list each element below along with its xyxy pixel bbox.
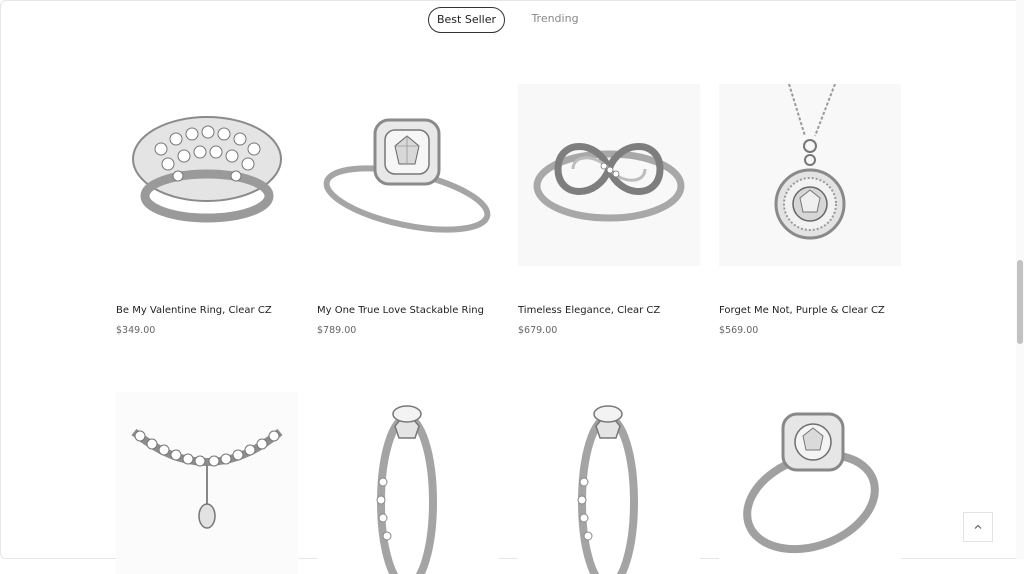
product-image[interactable] (317, 392, 499, 574)
infinity-ring-icon (518, 84, 700, 266)
halo-ring-icon (317, 84, 499, 266)
tiara-icon (116, 392, 298, 574)
cluster-ring-icon (116, 84, 298, 266)
scrollbar-thumb[interactable] (1017, 260, 1023, 344)
back-to-top-button[interactable] (963, 512, 993, 542)
product-image[interactable] (116, 84, 298, 266)
solitaire-ring-icon (518, 392, 700, 574)
product-title[interactable]: Timeless Elegance, Clear CZ (518, 305, 708, 316)
page-scrollbar[interactable] (1016, 0, 1024, 559)
product-price: $349.00 (116, 325, 156, 336)
chevron-up-icon (974, 524, 982, 529)
product-image[interactable] (518, 84, 700, 266)
product-price: $679.00 (518, 325, 558, 336)
product-image[interactable] (518, 392, 700, 574)
product-title[interactable]: Forget Me Not, Purple & Clear CZ (719, 305, 909, 316)
vintage-halo-ring-icon (719, 392, 901, 574)
product-price: $789.00 (317, 325, 357, 336)
tab-best-seller[interactable]: Best Seller (428, 7, 505, 33)
product-image[interactable] (116, 392, 298, 574)
product-tabs: Best Seller Trending (0, 7, 1024, 33)
product-image[interactable] (317, 84, 499, 266)
pendant-necklace-icon (719, 84, 901, 266)
product-image[interactable] (719, 84, 901, 266)
solitaire-ring-icon (317, 392, 499, 574)
product-title[interactable]: Be My Valentine Ring, Clear CZ (116, 305, 306, 316)
product-image[interactable] (719, 392, 901, 574)
tab-trending[interactable]: Trending (524, 7, 586, 31)
product-price: $569.00 (719, 325, 759, 336)
product-title[interactable]: My One True Love Stackable Ring (317, 305, 507, 316)
